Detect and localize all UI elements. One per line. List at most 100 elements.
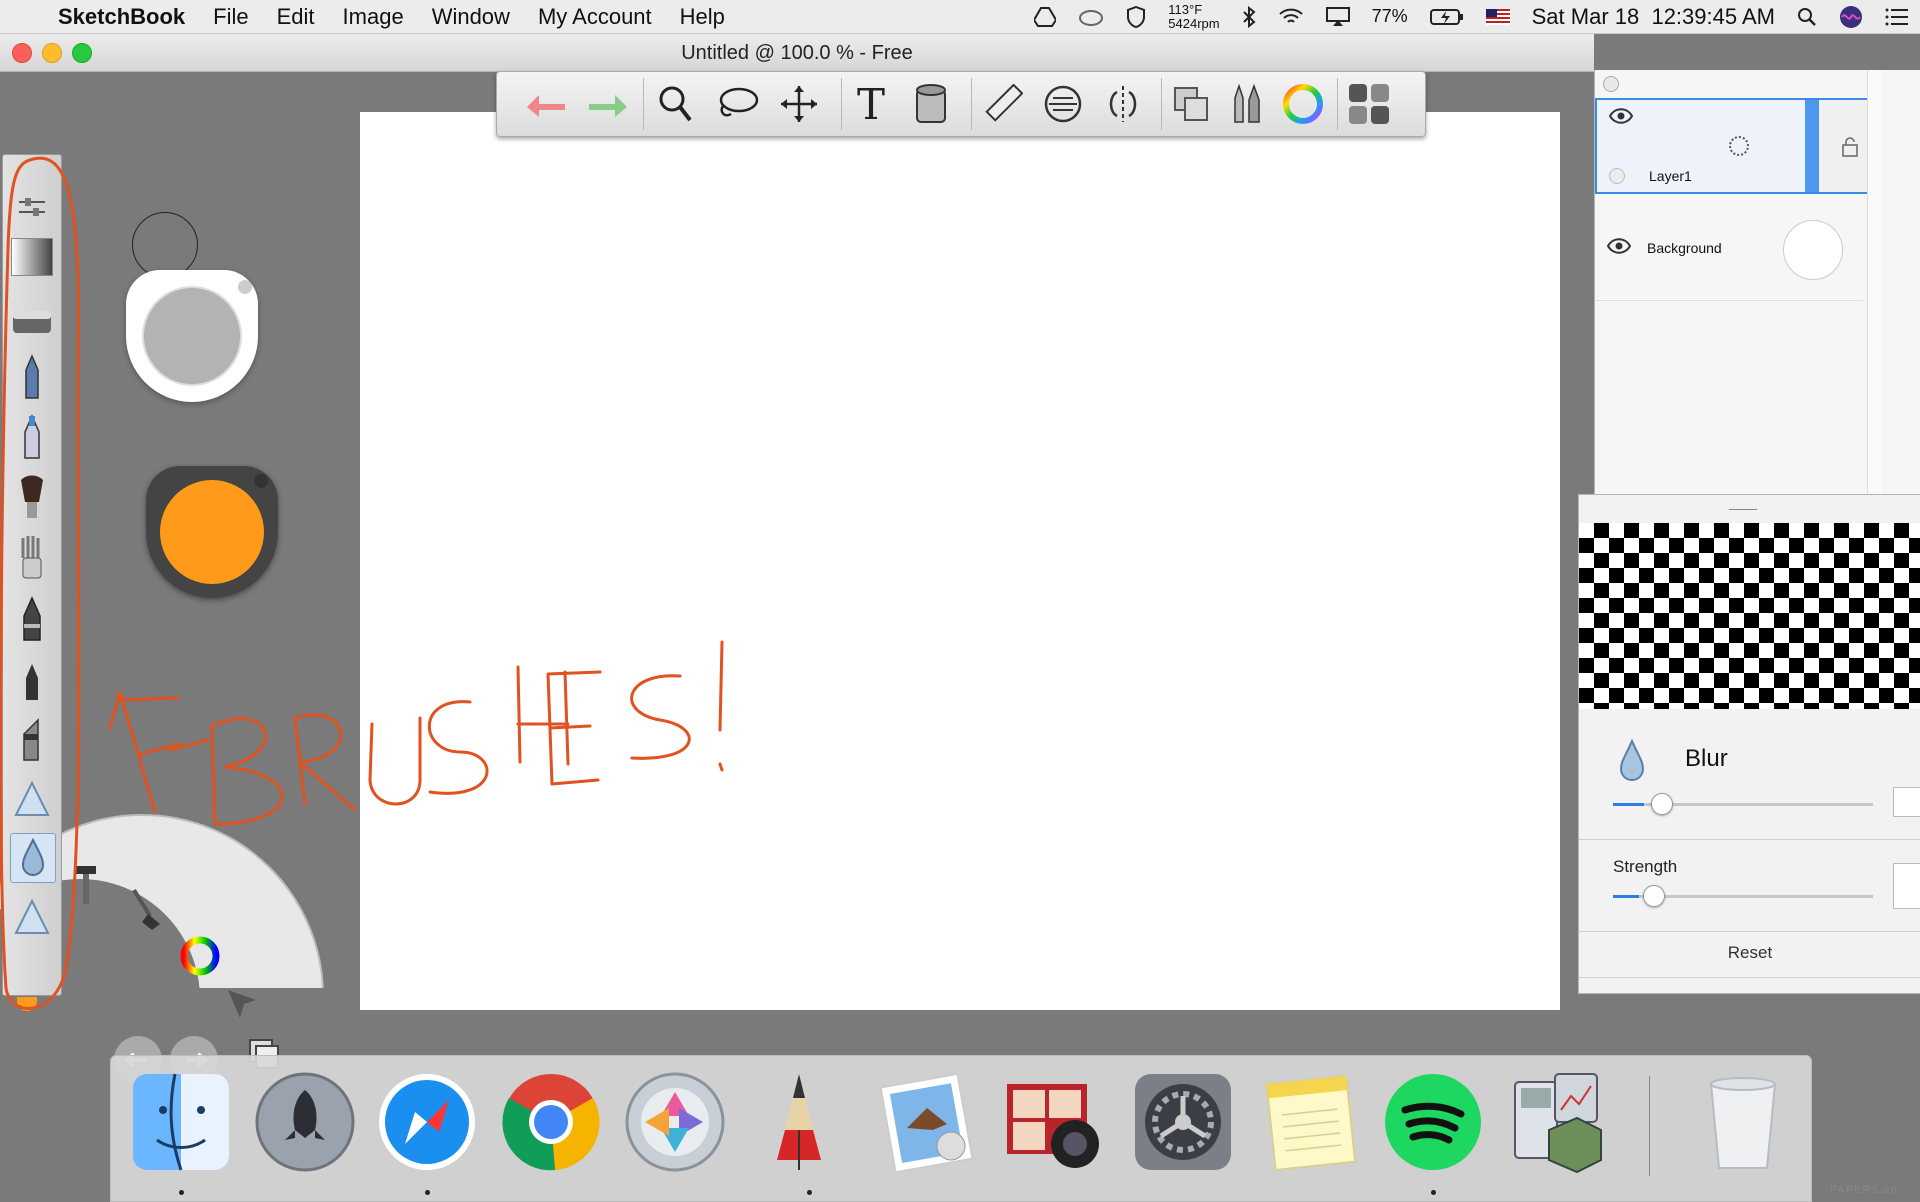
layer-name: Layer1 [1649,168,1692,184]
panel-close-button[interactable] [1603,76,1619,92]
selection-arrow-icon[interactable] [222,984,262,1024]
bluetooth-icon[interactable] [1242,5,1256,28]
wifi-icon[interactable] [1278,7,1304,27]
window-titlebar: Untitled @ 100.0 % - Free [0,34,1594,72]
brush-name: Blur [1685,745,1728,772]
layer-radio[interactable] [1609,168,1625,184]
battery-charging-icon[interactable] [1429,8,1464,26]
google-drive-icon[interactable] [1034,6,1057,27]
mail-icon[interactable] [877,1070,981,1174]
blur-drop-icon [1619,739,1645,781]
siri-icon[interactable] [1839,5,1863,29]
fan-rpm: 5424rpm [1168,15,1220,31]
brush-library-icon[interactable] [1223,82,1267,126]
brush-cursor [132,212,198,278]
notes-icon[interactable] [1257,1070,1361,1174]
layer-thumbnail [1783,220,1843,280]
lasso-icon[interactable] [715,82,759,126]
panel-resize-handle[interactable] [1729,509,1757,510]
menu-bar: SketchBook File Edit Image Window My Acc… [0,0,1920,34]
watermark: PAPERS.co [1830,1184,1898,1196]
main-toolbar: T [496,71,1426,137]
text-icon[interactable]: T [849,80,893,129]
puck-indicator [238,280,252,294]
spotlight-search-icon[interactable] [1797,7,1817,27]
reset-button[interactable]: Reset [1579,943,1920,963]
ellipse-guide-icon[interactable] [1041,82,1085,126]
layer-row-layer1[interactable]: Layer1 [1595,98,1867,194]
menu-file[interactable]: File [199,4,262,30]
creative-cloud-icon[interactable] [1078,8,1104,26]
trash-icon[interactable] [1691,1070,1795,1174]
launchpad-icon[interactable] [253,1070,357,1174]
move-icon[interactable] [777,82,821,126]
running-indicator [1431,1190,1436,1195]
layer-opacity-bar[interactable] [1805,100,1819,192]
running-indicator [425,1190,430,1195]
finder-icon[interactable] [129,1070,233,1174]
size-value-box[interactable] [1893,787,1920,817]
menu-my-account[interactable]: My Account [524,4,666,30]
photo-booth-icon[interactable] [1001,1070,1105,1174]
eye-icon[interactable] [1609,108,1633,124]
strength-label: Strength [1613,857,1678,876]
system-preferences-icon[interactable] [1131,1070,1235,1174]
toolbar-separator [1161,78,1162,130]
brush-size-puck[interactable] [126,270,258,402]
temperature-monitor[interactable]: 113°F 5424rpm [1168,1,1220,31]
fill-bucket-icon[interactable] [909,82,953,126]
layers-editor-icon[interactable] [1169,82,1213,126]
brush-tool-icon[interactable] [128,884,172,934]
color-wheel-icon[interactable] [178,934,222,978]
ruler-icon[interactable] [981,82,1025,126]
clock[interactable]: Sat Mar 18 12:39:45 AM [1532,4,1775,30]
chrome-icon[interactable] [499,1070,603,1174]
toolbar-separator [643,78,644,130]
shield-icon[interactable] [1126,5,1146,28]
strength-slider-knob[interactable] [1643,885,1665,907]
eye-icon[interactable] [1607,238,1631,254]
temp-reading: 113°F [1168,1,1203,17]
sketchbook-icon[interactable] [747,1070,851,1174]
window-title: Untitled @ 100.0 % - Free [681,42,913,64]
menu-help[interactable]: Help [666,4,739,30]
strength-value-box[interactable] [1893,863,1920,909]
undo-icon[interactable] [525,82,569,126]
calculator-icon[interactable] [1505,1070,1609,1174]
brush-size-preview [142,286,242,386]
layer-row-background[interactable]: Background [1595,200,1863,301]
menu-image[interactable]: Image [329,4,418,30]
us-flag-icon[interactable] [1485,8,1510,25]
toolbar-separator [841,78,842,130]
puck-indicator [254,474,268,488]
layer-loading-indicator [1729,136,1749,156]
size-slider-knob[interactable] [1651,793,1673,815]
color-wheel-icon[interactable] [1281,82,1325,126]
notification-center-icon[interactable] [1885,8,1909,26]
drawing-canvas[interactable] [108,112,1560,1010]
sketchbook-window: Untitled @ 100.0 % - Free T Layer1 Backg… [0,34,1920,1119]
grid-icon[interactable] [1347,82,1391,126]
photo-slideshow-icon[interactable] [623,1070,727,1174]
brush-preview-texture [1579,523,1920,709]
dock [110,1055,1812,1202]
brush-properties-panel: Blur Strength Reset [1578,494,1920,994]
color-puck[interactable] [146,466,278,598]
lock-icon[interactable] [1841,136,1859,158]
airplay-icon[interactable] [1325,6,1350,27]
safari-icon[interactable] [375,1070,479,1174]
panel-divider [1579,839,1920,840]
symmetry-icon[interactable] [1101,82,1145,126]
app-menu[interactable]: SketchBook [44,4,199,30]
dock-separator [1649,1076,1650,1176]
zoom-icon[interactable] [653,82,697,126]
menu-window[interactable]: Window [418,4,524,30]
layer-name: Background [1647,240,1722,256]
menu-edit[interactable]: Edit [263,4,329,30]
color-puck-swatch [160,480,264,584]
running-indicator [807,1190,812,1195]
spotify-icon[interactable] [1381,1070,1485,1174]
redo-icon[interactable] [585,82,629,126]
panel-divider [1579,931,1920,932]
panel-scrollbar[interactable] [1867,70,1882,498]
